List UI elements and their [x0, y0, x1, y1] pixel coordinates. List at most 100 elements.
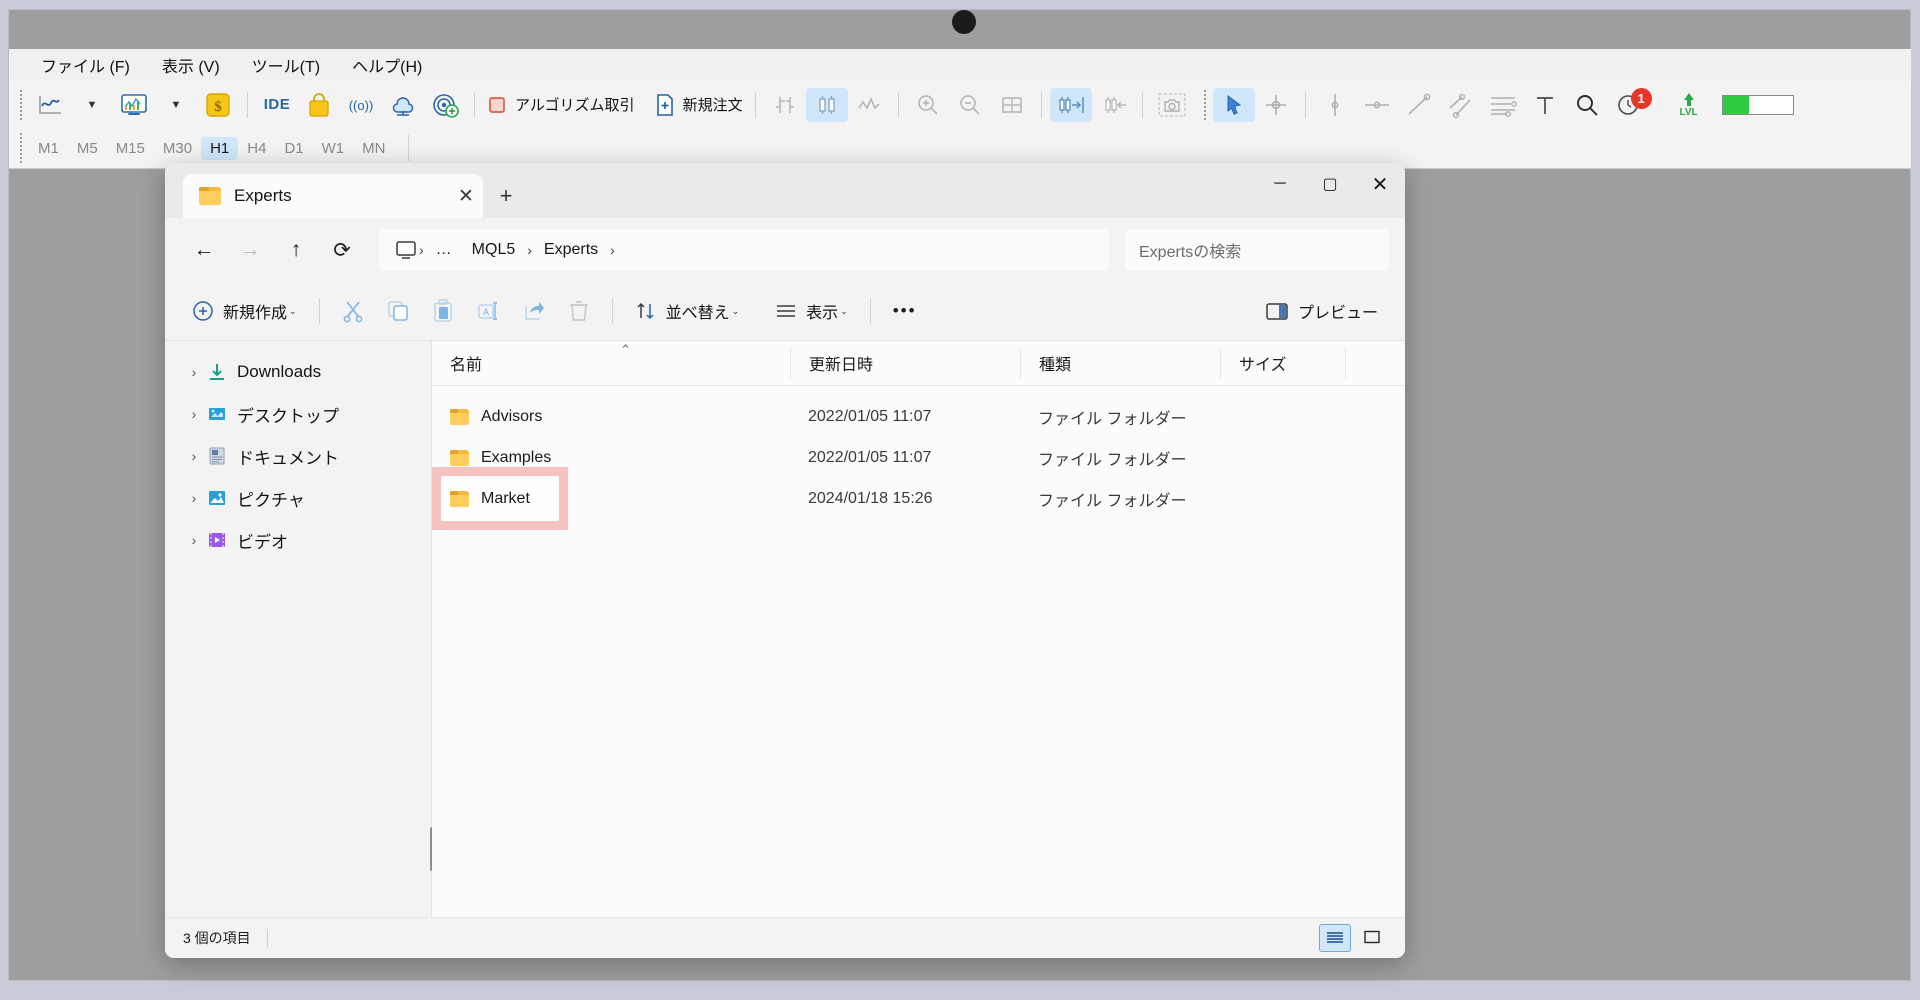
maximize-button[interactable]: ▢ [1305, 163, 1355, 205]
auto-scroll-icon[interactable] [1049, 87, 1092, 122]
fibonacci-icon[interactable] [1482, 88, 1524, 122]
toolbar-grip[interactable] [19, 89, 23, 120]
sort-button[interactable]: 並べ替え ⌄ [624, 291, 751, 331]
crosshair-icon[interactable] [1255, 88, 1297, 122]
channel-icon[interactable] [1440, 88, 1482, 122]
market-bag-icon[interactable] [298, 88, 340, 122]
address-bar[interactable]: › … MQL5 › Experts › [379, 229, 1109, 271]
explorer-tab-experts[interactable]: Experts ✕ [183, 174, 483, 218]
table-row[interactable]: Examples 2022/01/05 11:07 ファイル フォルダー [432, 437, 1405, 478]
forward-button[interactable]: → [227, 230, 273, 270]
trendline-icon[interactable] [1398, 88, 1440, 122]
column-header-size[interactable]: サイズ [1220, 348, 1345, 378]
file-name-cell[interactable]: Examples [432, 449, 790, 467]
chevron-right-icon[interactable]: › [181, 448, 207, 464]
grid-icon[interactable] [991, 88, 1033, 122]
notifications-icon[interactable]: 1 [1608, 87, 1652, 122]
menu-view[interactable]: 表示 (V) [146, 53, 236, 77]
timeframe-d1[interactable]: D1 [275, 137, 312, 160]
chart-template-dropdown-icon[interactable]: ▼ [155, 88, 197, 122]
close-window-button[interactable]: ✕ [1355, 163, 1405, 205]
column-header-modified[interactable]: 更新日時 [790, 348, 1020, 378]
large-icons-view-button[interactable] [1357, 924, 1387, 950]
timeframe-h4[interactable]: H4 [238, 137, 275, 160]
refresh-button[interactable]: ⟳ [319, 230, 365, 270]
copy-button[interactable] [375, 291, 421, 331]
share-button[interactable] [511, 291, 557, 331]
level-icon[interactable]: LVL [1668, 88, 1710, 122]
vertical-line-icon[interactable] [1314, 88, 1356, 122]
copy-trading-icon[interactable] [424, 88, 466, 122]
this-pc-icon[interactable] [395, 240, 417, 260]
new-tab-icon[interactable]: + [483, 174, 529, 218]
chart-shift-icon[interactable] [1092, 88, 1134, 122]
up-button[interactable]: ↑ [273, 230, 319, 270]
chevron-right-icon[interactable]: › [181, 364, 207, 380]
new-item-button[interactable]: 新規作成 ⌄ [181, 291, 308, 331]
search-input[interactable]: Expertsの検索 [1125, 229, 1389, 271]
close-tab-icon[interactable]: ✕ [449, 185, 483, 208]
menu-help[interactable]: ヘルプ(H) [336, 53, 438, 77]
chevron-right-icon[interactable]: › [181, 490, 207, 506]
bar-chart-icon[interactable] [764, 88, 806, 122]
timeframe-m30[interactable]: M30 [154, 137, 201, 160]
menu-tools[interactable]: ツール(T) [236, 53, 336, 77]
search-icon[interactable] [1566, 88, 1608, 122]
sidebar-item-desktop[interactable]: › デスクトップ [165, 393, 431, 435]
column-header-name[interactable]: 名前 [432, 348, 790, 378]
delete-button[interactable] [557, 291, 601, 331]
sidebar-item-pictures[interactable]: › ピクチャ [165, 477, 431, 519]
breadcrumb-mql5[interactable]: MQL5 [462, 241, 526, 259]
column-header-type[interactable]: 種類 [1020, 348, 1220, 378]
chart-template-icon[interactable] [113, 88, 155, 122]
chevron-down-icon[interactable]: ⌄ [289, 306, 297, 317]
candlestick-chart-icon[interactable] [805, 87, 848, 122]
signals-icon[interactable]: ((o)) [340, 88, 382, 122]
zoom-out-icon[interactable] [949, 88, 991, 122]
zoom-in-icon[interactable] [907, 88, 949, 122]
timeframe-m15[interactable]: M15 [107, 137, 154, 160]
preview-pane-button[interactable]: プレビュー [1254, 291, 1389, 331]
breadcrumb-experts[interactable]: Experts [534, 241, 608, 259]
paste-button[interactable] [421, 291, 465, 331]
cut-button[interactable] [331, 291, 375, 331]
chevron-right-icon[interactable]: › [181, 532, 207, 548]
toolbar-grip[interactable] [19, 133, 23, 163]
details-view-button[interactable] [1319, 924, 1351, 952]
rename-button[interactable]: A [465, 291, 511, 331]
cursor-icon[interactable] [1212, 87, 1255, 122]
algo-trading-button[interactable]: アルゴリズム取引 [483, 88, 639, 122]
chevron-right-icon[interactable]: › [181, 406, 207, 422]
file-name-cell[interactable]: Advisors [432, 408, 790, 426]
back-button[interactable]: ← [181, 230, 227, 270]
timeframe-w1[interactable]: W1 [313, 137, 354, 160]
timeframe-m5[interactable]: M5 [68, 137, 107, 160]
screenshot-icon[interactable] [1151, 88, 1193, 122]
table-row[interactable]: Market 2024/01/18 15:26 ファイル フォルダー [432, 467, 1405, 530]
timeframe-m1[interactable]: M1 [29, 137, 68, 160]
file-name-cell[interactable]: Market [432, 490, 790, 508]
new-order-button[interactable]: 新規注文 [651, 88, 747, 122]
sidebar-item-documents[interactable]: › ドキュメント [165, 435, 431, 477]
table-row[interactable]: Advisors 2022/01/05 11:07 ファイル フォルダー [432, 396, 1405, 437]
chevron-down-icon[interactable]: ⌄ [732, 306, 740, 317]
market-watch-icon[interactable]: $ [197, 88, 239, 122]
toolbar-grip[interactable] [1202, 89, 1207, 120]
timeframe-h1[interactable]: H1 [201, 136, 239, 160]
ide-button[interactable]: IDE [256, 88, 298, 122]
line-chart-icon[interactable] [848, 88, 890, 122]
vps-cloud-icon[interactable] [382, 88, 424, 122]
chevron-down-icon[interactable]: ⌄ [840, 306, 848, 317]
menu-file[interactable]: ファイル (F) [25, 53, 146, 77]
new-chart-dropdown-icon[interactable]: ▼ [71, 88, 113, 122]
new-chart-icon[interactable] [29, 88, 71, 122]
view-button[interactable]: 表示 ⌄ [764, 291, 859, 331]
minimize-button[interactable]: ─ [1255, 163, 1305, 205]
sidebar-item-videos[interactable]: › ビデオ [165, 519, 431, 561]
text-icon[interactable] [1524, 88, 1566, 122]
sidebar-item-downloads[interactable]: › Downloads [165, 351, 431, 393]
breadcrumb-overflow[interactable]: … [426, 241, 462, 259]
more-options-button[interactable]: ••• [882, 291, 928, 331]
horizontal-line-icon[interactable] [1356, 88, 1398, 122]
timeframe-mn[interactable]: MN [353, 137, 394, 160]
